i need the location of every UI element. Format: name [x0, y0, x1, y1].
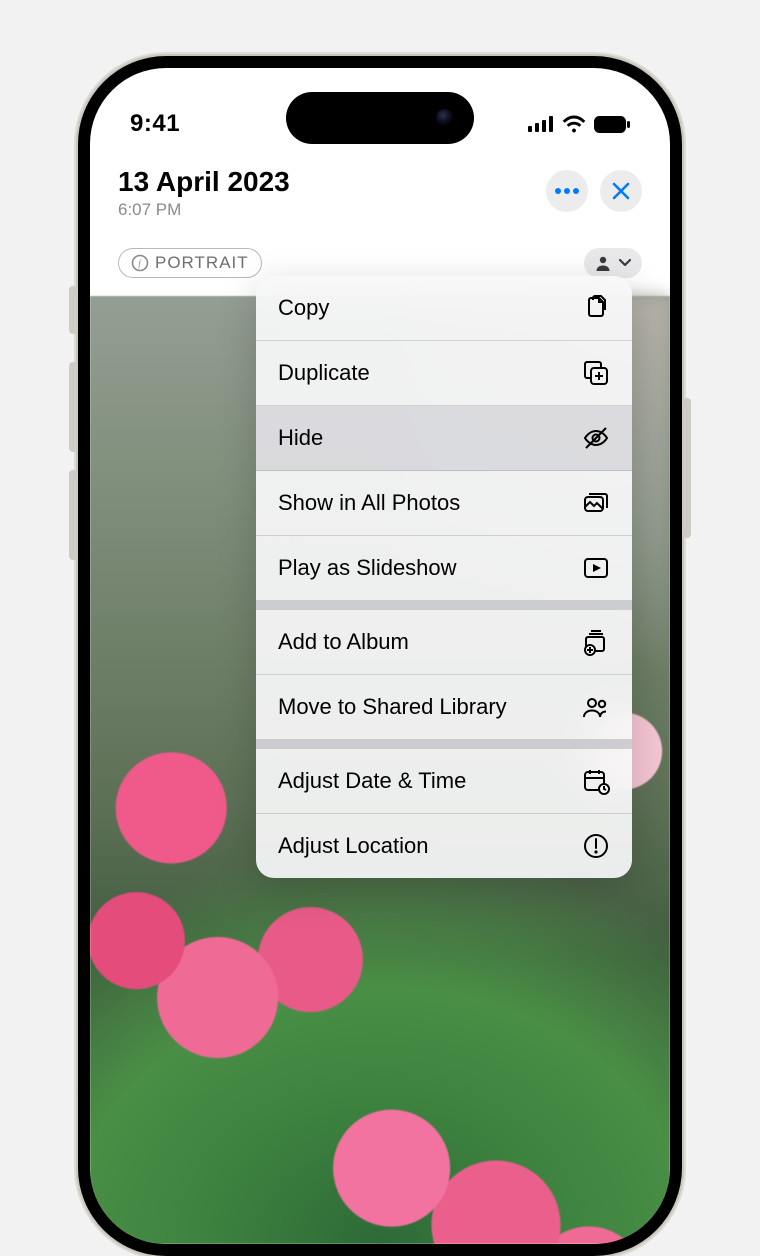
volume-up-button — [69, 362, 78, 452]
add-album-icon — [582, 628, 610, 656]
menu-item-add-album[interactable]: Add to Album — [256, 610, 632, 675]
screen: 9:41 13 April 2023 6:07 PM — [90, 68, 670, 1244]
header: 13 April 2023 6:07 PM — [90, 166, 670, 220]
menu-item-label: Copy — [278, 295, 329, 321]
status-time: 9:41 — [130, 110, 180, 138]
menu-item-duplicate[interactable]: Duplicate — [256, 341, 632, 406]
close-button[interactable] — [600, 170, 642, 212]
portrait-badge[interactable]: f PORTRAIT — [118, 248, 262, 278]
shared-with-badge[interactable] — [584, 248, 642, 278]
cellular-icon — [528, 116, 554, 132]
menu-item-show-all-photos[interactable]: Show in All Photos — [256, 471, 632, 536]
slideshow-icon — [582, 554, 610, 582]
svg-text:f: f — [138, 259, 142, 269]
mute-switch — [69, 286, 78, 334]
portrait-badge-label: PORTRAIT — [155, 253, 249, 273]
volume-down-button — [69, 470, 78, 560]
aperture-icon: f — [131, 254, 149, 272]
close-icon — [612, 182, 630, 200]
context-menu: Copy Duplicate Hide Show in All Photos — [256, 276, 632, 878]
photos-icon — [582, 489, 610, 517]
menu-item-label: Duplicate — [278, 360, 370, 386]
hide-icon — [582, 424, 610, 452]
menu-item-label: Show in All Photos — [278, 490, 460, 516]
battery-icon — [594, 116, 630, 133]
copy-icon — [582, 294, 610, 322]
title-block: 13 April 2023 6:07 PM — [118, 166, 290, 220]
location-icon — [582, 832, 610, 860]
shared-library-icon — [582, 693, 610, 721]
date-time-icon — [582, 767, 610, 795]
duplicate-icon — [582, 359, 610, 387]
menu-item-shared-library[interactable]: Move to Shared Library — [256, 675, 632, 739]
menu-item-location[interactable]: Adjust Location — [256, 814, 632, 878]
wifi-icon — [562, 115, 586, 133]
menu-separator — [256, 600, 632, 610]
dynamic-island — [286, 92, 474, 144]
chevron-down-icon — [618, 258, 632, 268]
menu-item-label: Play as Slideshow — [278, 555, 457, 581]
photo-time: 6:07 PM — [118, 200, 290, 220]
menu-separator — [256, 739, 632, 749]
menu-item-label: Hide — [278, 425, 323, 451]
badge-row: f PORTRAIT — [90, 248, 670, 278]
menu-item-label: Adjust Date & Time — [278, 768, 466, 794]
photo-date: 13 April 2023 — [118, 166, 290, 198]
ellipsis-icon — [555, 188, 579, 194]
menu-item-label: Adjust Location — [278, 833, 428, 859]
menu-item-slideshow[interactable]: Play as Slideshow — [256, 536, 632, 600]
phone-frame: 9:41 13 April 2023 6:07 PM — [78, 56, 682, 1256]
status-icons — [528, 115, 630, 133]
menu-item-label: Add to Album — [278, 629, 409, 655]
power-button — [682, 398, 691, 538]
menu-item-label: Move to Shared Library — [278, 694, 507, 720]
menu-item-copy[interactable]: Copy — [256, 276, 632, 341]
person-icon — [594, 254, 612, 272]
menu-item-date-time[interactable]: Adjust Date & Time — [256, 749, 632, 814]
more-button[interactable] — [546, 170, 588, 212]
menu-item-hide[interactable]: Hide — [256, 406, 632, 471]
